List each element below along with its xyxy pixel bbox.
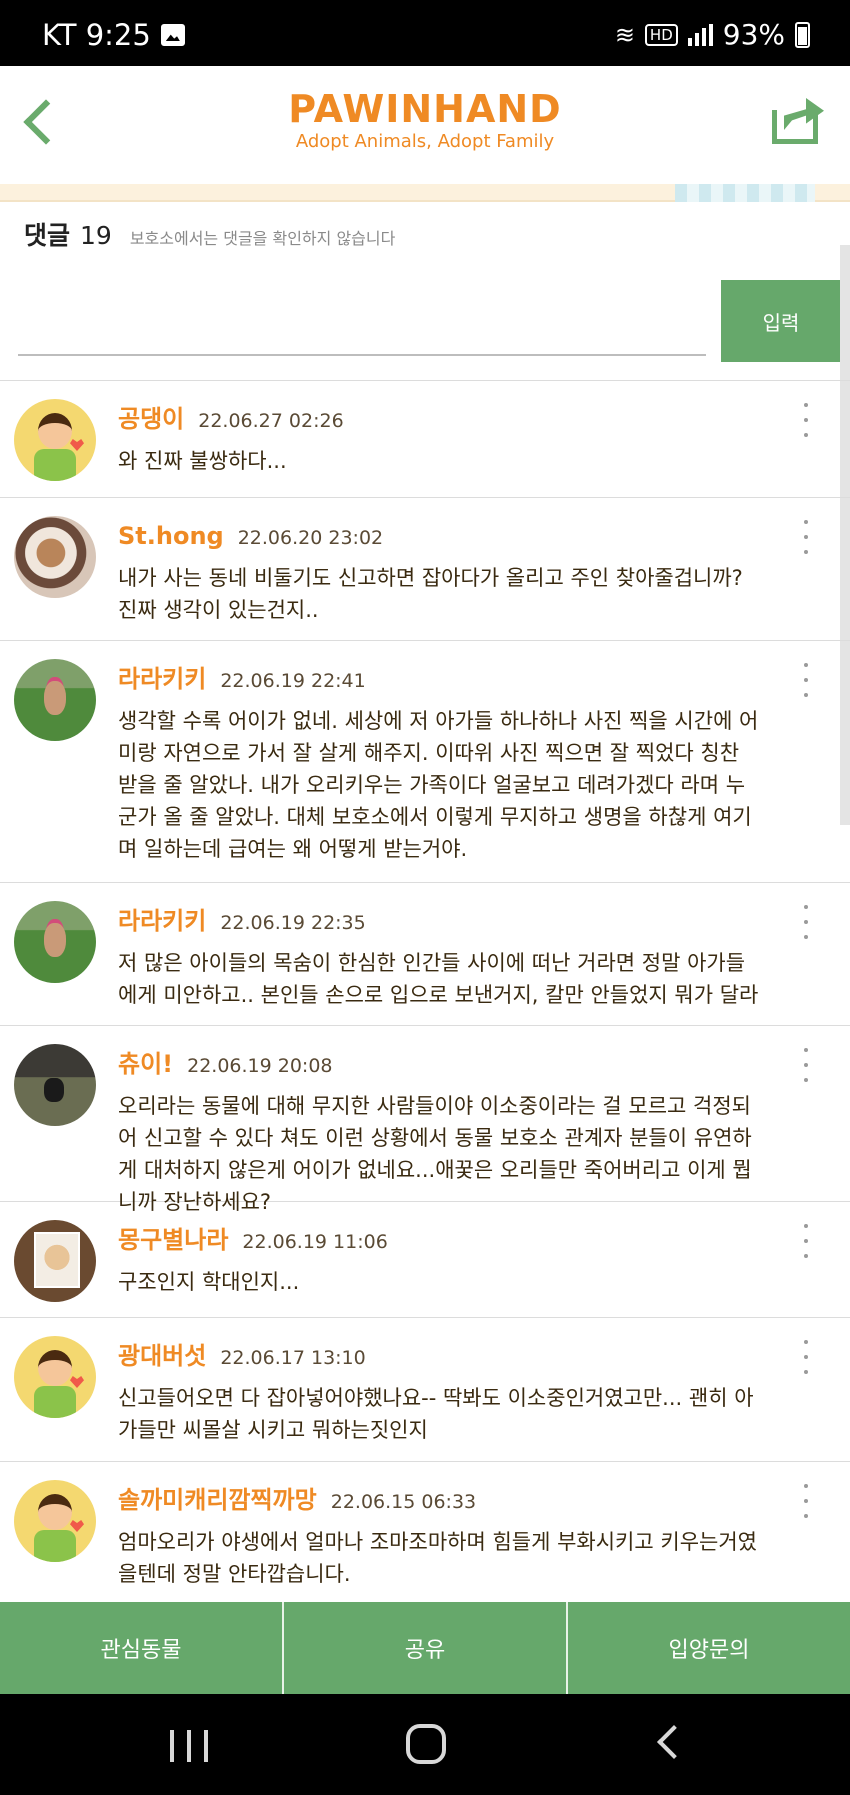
comments-count: 19 (80, 221, 112, 250)
more-options-icon[interactable] (802, 1340, 810, 1374)
more-options-icon[interactable] (802, 1484, 810, 1518)
comment-item: 광대버섯 22.06.17 13:10 신고들어오면 다 잡아넣어야했나요-- … (0, 1318, 850, 1462)
comment-nickname[interactable]: 광대버섯 (118, 1336, 206, 1376)
more-options-icon[interactable] (802, 520, 810, 554)
comment-text: 생각할 수록 어이가 없네. 세상에 저 아가들 하나하나 사진 찍을 시간에 … (118, 709, 759, 861)
comment-nickname[interactable]: 츄이! (118, 1044, 173, 1084)
submit-comment-button[interactable]: 입력 (721, 280, 841, 362)
comment-list: 공댕이 22.06.27 02:26 와 진짜 불쌍하다... St.hong … (0, 380, 850, 1606)
comments-header: 댓글 19 보호소에서는 댓글을 확인하지 않습니다 (24, 216, 395, 252)
more-options-icon[interactable] (802, 663, 810, 697)
system-nav-bar (0, 1694, 850, 1795)
battery-icon (795, 21, 810, 48)
avatar (14, 1044, 96, 1126)
comment-time: 22.06.19 11:06 (242, 1231, 388, 1253)
comment-item: 몽구별나라 22.06.19 11:06 구조인지 학대인지... (0, 1202, 850, 1318)
comment-time: 22.06.20 23:02 (237, 527, 384, 549)
comment-item: St.hong 22.06.20 23:02 내가 사는 동네 비둘기도 신고하… (0, 498, 850, 641)
avatar (14, 1220, 96, 1302)
app-header: PAWINHAND Adopt Animals, Adopt Family (0, 66, 850, 184)
gallery-icon (160, 24, 185, 46)
home-icon[interactable] (406, 1724, 446, 1764)
comment-text: 와 진짜 불쌍하다... (118, 449, 287, 473)
avatar (14, 516, 96, 598)
more-options-icon[interactable] (802, 905, 810, 939)
header-divider (0, 184, 850, 202)
more-options-icon[interactable] (802, 1048, 810, 1082)
comment-time: 22.06.15 06:33 (330, 1491, 477, 1513)
share-button[interactable] (770, 96, 828, 148)
comment-nickname[interactable]: 솔까미캐리깜찍까망 (118, 1480, 317, 1520)
comment-time: 22.06.17 13:10 (220, 1347, 366, 1369)
comment-text: 신고들어오면 다 잡아넣어야했나요-- 딱봐도 이소중인거였고만... 괜히 아… (118, 1386, 754, 1442)
bottom-action-bar: 관심동물 공유 입양문의 (0, 1602, 850, 1694)
avatar (14, 399, 96, 481)
comment-item: 공댕이 22.06.27 02:26 와 진짜 불쌍하다... (0, 381, 850, 498)
adopt-inquiry-button[interactable]: 입양문의 (568, 1602, 850, 1694)
comment-text: 구조인지 학대인지... (118, 1270, 300, 1294)
comment-nickname[interactable]: 라라키키 (118, 659, 206, 699)
comments-notice: 보호소에서는 댓글을 확인하지 않습니다 (129, 229, 396, 248)
favorites-button[interactable]: 관심동물 (0, 1602, 284, 1694)
wifi-icon: ≋ (614, 20, 635, 49)
comment-nickname[interactable]: 공댕이 (118, 399, 184, 439)
avatar (14, 901, 96, 983)
comment-text: 엄마오리가 야생에서 얼마나 조마조마하며 힘들게 부화시키고 키우는거였을텐데… (118, 1530, 757, 1586)
comment-item: 츄이! 22.06.19 20:08 오리라는 동물에 대해 무지한 사람들이야… (0, 1026, 850, 1214)
comment-text: 저 많은 아이들의 목숨이 한심한 인간들 사이에 떠난 거라면 정말 아가들에… (118, 951, 759, 1007)
comment-nickname[interactable]: 몽구별나라 (118, 1220, 228, 1260)
comments-title: 댓글 (24, 221, 71, 250)
avatar (14, 1336, 96, 1418)
hd-badge: HD (644, 23, 678, 46)
comment-item: 라라키키 22.06.19 22:35 저 많은 아이들의 목숨이 한심한 인간… (0, 883, 850, 1026)
more-options-icon[interactable] (802, 1224, 810, 1258)
logo-title: PAWINHAND (288, 87, 562, 131)
comment-time: 22.06.19 20:08 (187, 1055, 333, 1077)
comment-time: 22.06.27 02:26 (198, 410, 344, 432)
more-options-icon[interactable] (802, 403, 810, 437)
comment-time: 22.06.19 22:35 (220, 912, 366, 934)
comment-nickname[interactable]: St.hong (118, 516, 224, 556)
comment-item: 라라키키 22.06.19 22:41 생각할 수록 어이가 없네. 세상에 저… (0, 641, 850, 883)
share-tab-button[interactable]: 공유 (284, 1602, 568, 1694)
comment-text: 오리라는 동물에 대해 무지한 사람들이야 이소중이라는 걸 모르고 걱정되어 … (118, 1094, 752, 1214)
logo: PAWINHAND Adopt Animals, Adopt Family (0, 88, 850, 154)
avatar (14, 1480, 96, 1562)
avatar (14, 659, 96, 741)
logo-subtitle: Adopt Animals, Adopt Family (295, 131, 555, 152)
comment-input[interactable] (18, 282, 706, 356)
comment-item: 솔까미캐리깜찍까망 22.06.15 06:33 엄마오리가 야생에서 얼마나 … (0, 1462, 850, 1606)
status-bar: KT 9:25 ≋ HD 93% (0, 0, 850, 66)
comment-text: 내가 사는 동네 비둘기도 신고하면 잡아다가 올리고 주인 찾아줄겁니까?진짜… (118, 566, 743, 622)
back-nav-icon[interactable] (657, 1725, 691, 1759)
battery-percent: 93% (722, 18, 785, 51)
comment-time: 22.06.19 22:41 (220, 670, 366, 692)
signal-icon (687, 23, 713, 46)
recent-apps-icon[interactable] (170, 1730, 208, 1762)
comment-nickname[interactable]: 라라키키 (118, 901, 206, 941)
carrier-time: KT 9:25 (42, 18, 151, 52)
